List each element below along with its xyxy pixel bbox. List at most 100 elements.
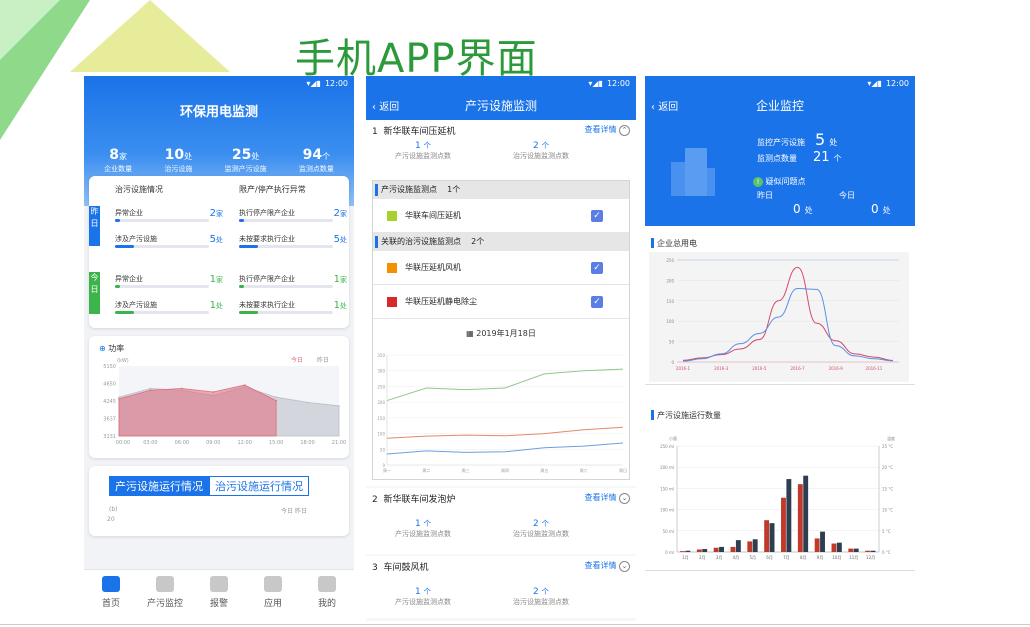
x-tick: 3月 [716,555,723,560]
x-tick: 周一 [383,467,391,473]
bar [870,550,876,552]
section-3-count-b: 2 个治污设施监测点数 [513,587,569,606]
checkbox[interactable]: ✓ [591,262,603,274]
bar [865,550,871,552]
stat-row[interactable]: 执行停产限产企业 1家 [239,274,347,290]
bar [680,551,685,552]
date-picker[interactable]: ▦ 2019年1月18日 [373,321,629,347]
x-tick: 周四 [501,467,509,473]
x-tick: 11月 [849,555,858,560]
y-tick-right: 5 °C [882,529,891,534]
checkbox[interactable]: ✓ [591,296,603,308]
color-swatch [387,263,397,273]
x-tick: 2016-7 [790,366,805,371]
bar [752,539,758,552]
section-1: 1 新华联车间压延机 查看详情 ⌃ 1 个产污设施监测点数 2 个治污设施监测点… [366,120,636,486]
x-tick: 5月 [749,555,756,560]
y-tick: 50 [380,447,386,452]
y-tick: 4245 [103,399,116,405]
stat-item: 94个 监测点数量 [298,147,334,173]
data-point [243,384,246,386]
y-tick: 150 ml [660,486,674,491]
y-unit-left: 小量 [669,435,677,441]
x-tick: 2016-9 [829,366,844,371]
user-icon [318,576,336,592]
monitor-icon [156,576,174,592]
x-tick: 18:00 [300,440,314,446]
section-2-count-a: 1 个产污设施监测点数 [395,519,451,538]
signal-icon: ▾◢▮ [306,78,321,88]
x-tick: 9月 [817,555,824,560]
data-point [149,389,152,392]
signal-icon: ▾◢▮ [588,78,603,88]
nav-item[interactable]: 首页 [86,570,136,621]
x-tick: 2月 [699,555,706,560]
x-tick: 00:00 [116,440,130,446]
group2-item[interactable]: 华联压延机风机 ✓ [373,251,629,285]
nav-item[interactable]: 应用 [248,570,298,621]
color-swatch [387,211,397,221]
back-button[interactable]: ‹ 返回 [651,98,678,113]
x-tick: 2016-11 [866,366,883,371]
x-tick: 2016-3 [714,366,729,371]
y-tick: 100 [666,319,674,324]
y-tick-right: 0 °C [882,550,891,555]
y-tick: 200 ml [660,465,674,470]
data-point [212,391,215,393]
tab-production-facility[interactable]: 产污设施运行情况 [109,476,209,496]
y-tick-right: 25 °C [882,444,893,449]
stat-row[interactable]: 涉及产污设施 5处 [115,234,223,250]
section-2-name: 2 新华联车间发泡炉 [372,495,456,505]
back-button[interactable]: ‹ 返回 [372,98,399,113]
group1-item[interactable]: 华联车间压延机 ✓ [373,199,629,233]
group1-header: 产污设施监测点 1个 [373,181,629,199]
y-tick: 5150 [103,364,116,370]
y-tick-right: 10 °C [882,508,893,513]
section-1-detail-button[interactable]: 查看详情 ⌃ [584,124,630,136]
apps-icon [264,576,282,592]
yesterday-tag: 昨日 [89,206,100,246]
stat-row[interactable]: 涉及产污设施 1处 [115,300,223,316]
stat-row[interactable]: 执行停产限产企业 2家 [239,208,347,224]
series-area [118,384,277,437]
run-unit: (b) [109,506,118,513]
group2-item[interactable]: 华联压延机静电除尘 ✓ [373,285,629,319]
section-3-detail-button[interactable]: 查看详情 ⌄ [584,560,630,572]
series-line [386,368,624,402]
power-card: ⊕ 功率 (kW) 今日 昨日 5150 4650 4245 3637 3131 00:00 03… [89,336,349,458]
x-tick: 03:00 [143,440,157,446]
x-tick: 2016-5 [752,366,767,371]
chevron-up-icon: ⌃ [619,125,630,136]
x-tick: 周二 [422,467,430,473]
bar [696,549,702,552]
yellow-triangle-decoration [70,0,230,72]
bar [764,520,770,552]
bar [797,484,803,552]
x-tick: 6月 [766,555,773,560]
stat-row[interactable]: 异常企业 1家 [115,274,223,290]
screen-title: 企业监控 [755,98,804,113]
x-tick: 12:00 [238,440,252,446]
x-tick: 周日 [619,467,627,473]
x-tick: 4月 [733,555,740,560]
section-2-detail-button[interactable]: 查看详情 ⌄ [584,492,630,504]
y-tick-right: 20 °C [882,465,893,470]
yesterday-issues: 0处 [793,202,813,216]
app-title: 环保用电监测 [179,104,258,120]
checkbox[interactable]: ✓ [591,210,603,222]
bar [735,540,741,552]
header: ▾◢▮ 12:00 ‹ 返回 产污设施监测 [366,76,636,120]
section-1-count-a: 1 个产污设施监测点数 [395,141,451,160]
nav-item[interactable]: 产污监控 [140,570,190,621]
stat-row[interactable]: 未按要求执行企业 1处 [239,300,347,316]
y-tick: 150 [666,299,674,304]
nav-item[interactable]: 报警 [194,570,244,621]
signal-icon: ▾◢▮ [867,78,882,88]
tab-treatment-facility[interactable]: 治污设施运行情况 [209,476,309,496]
bar [853,548,859,552]
run-legend: 今日 昨日 [281,508,307,515]
stat-row[interactable]: 未按要求执行企业 5处 [239,234,347,250]
stat-row[interactable]: 异常企业 2家 [115,208,223,224]
nav-item[interactable]: 我的 [302,570,352,621]
y-tick: 0 ml [665,550,674,555]
